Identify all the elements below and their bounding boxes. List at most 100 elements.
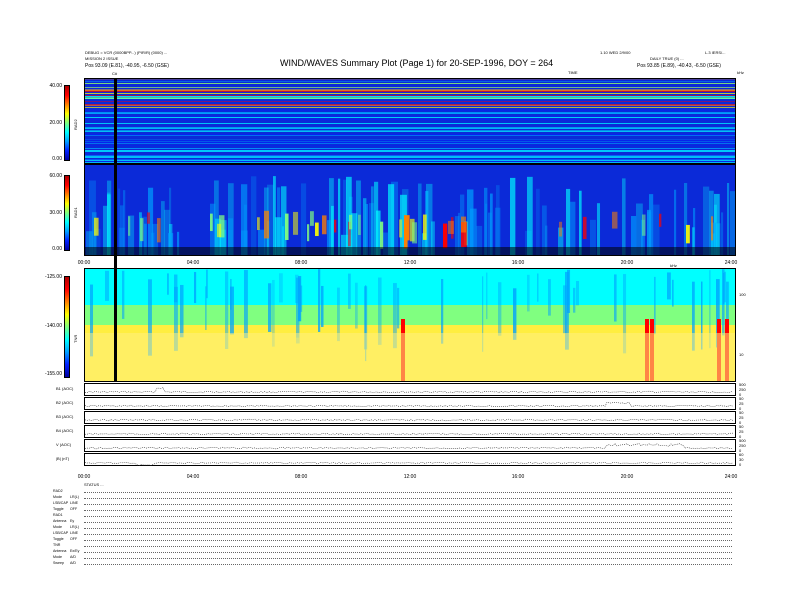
track-plot	[84, 453, 736, 466]
track-label: B3 (AOC)	[56, 414, 74, 419]
rad2-heatmap	[85, 79, 735, 163]
status-row-track	[84, 528, 732, 529]
tnr-streak	[296, 277, 300, 338]
tnr-streak	[573, 287, 576, 313]
rad2-colorbar	[64, 85, 70, 161]
header-meta-right-1: 1.10 WED 2/9/00	[600, 50, 631, 55]
rad2-tick-mid: 20.00	[49, 120, 62, 126]
rad2-band	[85, 156, 735, 157]
track-plot	[84, 383, 736, 396]
rad1-burst	[107, 180, 112, 255]
tnr-streak	[348, 273, 351, 309]
rad2-band	[85, 83, 735, 84]
tnr-streak	[667, 272, 671, 300]
tnr-streak	[318, 269, 321, 333]
tnr-unit: kHz	[670, 263, 677, 268]
header-corner-right: L.3 IERS/...	[705, 50, 726, 55]
tnr-streak	[537, 273, 539, 302]
status-row-value: A/D	[70, 561, 76, 565]
header-position-left: Pos 93.09 (E.81), -40.95, -6.50 (GSE)	[85, 63, 169, 69]
rad2-band	[85, 91, 735, 92]
rad1-burst-core	[285, 213, 289, 240]
rad1-burst-core	[443, 223, 448, 249]
rad1-burst	[496, 185, 500, 255]
rad1-burst-core	[659, 213, 662, 227]
tnr-streak	[672, 279, 674, 307]
track-series	[84, 401, 734, 408]
rad1-burst-core	[423, 214, 427, 240]
track-line	[84, 432, 733, 436]
tnr-streak	[576, 280, 580, 306]
rad1-tick-bottom: 0.00	[52, 246, 62, 252]
status-row-name: RAD1	[53, 513, 63, 517]
status-row-name: Antenna	[53, 549, 67, 553]
tnr-freq-tick-10: 10	[739, 352, 744, 357]
tnr-streak	[105, 270, 109, 301]
status-row-name: Mode	[53, 525, 62, 529]
tnr-streak	[174, 274, 178, 303]
rad2-band	[85, 145, 735, 146]
tnr-streak	[244, 270, 248, 339]
cursor-label: C#	[112, 71, 118, 76]
time-tick: 12:00	[403, 474, 417, 480]
time-cursor-line[interactable]	[114, 78, 117, 382]
rad2-band	[85, 90, 735, 91]
rad1-burst-core	[310, 211, 314, 226]
rad2-band	[85, 104, 735, 105]
rad1-colorbar	[64, 175, 70, 251]
tnr-spectrogram	[84, 268, 736, 382]
rad1-burst-core	[642, 214, 646, 236]
tnr-streak	[167, 273, 169, 295]
status-header: STATUS ...	[84, 482, 104, 487]
track-plot	[84, 425, 736, 438]
rad1-burst	[301, 183, 307, 255]
rad1-burst	[371, 186, 374, 255]
rad1-burst-core	[559, 221, 563, 237]
rad1-burst	[338, 178, 341, 255]
track-plot	[84, 411, 736, 424]
rad2-band	[85, 113, 735, 114]
tnr-streak	[355, 282, 358, 329]
rad1-burst-core	[128, 216, 131, 236]
status-row-value: LINE	[70, 531, 78, 535]
rad2-band	[85, 161, 735, 162]
tnr-streak	[527, 274, 530, 312]
tnr-colorbar	[64, 276, 70, 378]
tnr-streak	[321, 285, 324, 327]
rad2-band	[85, 95, 735, 96]
tnr-streak	[268, 283, 272, 332]
rad2-tick-top: 40.00	[49, 83, 62, 89]
status-row-track	[84, 540, 732, 541]
status-row-value: OFF	[70, 537, 78, 541]
tnr-streak	[614, 274, 617, 322]
status-row-value: OFF	[70, 507, 78, 511]
track-label: |B| (nT)	[56, 456, 70, 461]
track-series	[84, 387, 734, 394]
tnr-heatmap	[85, 269, 735, 381]
rad2-band	[85, 87, 735, 88]
rad2-band	[85, 93, 735, 94]
status-row-track	[84, 498, 732, 499]
track-line	[84, 418, 734, 422]
track-line	[84, 401, 734, 408]
rad1-burst-core	[315, 222, 319, 237]
rad1-burst-core	[380, 221, 384, 249]
rad2-band	[85, 112, 735, 113]
time-tag: TIME	[568, 70, 578, 75]
time-tick: 00:00	[77, 474, 91, 480]
status-row-value: LINE	[70, 501, 78, 505]
rad2-axis-label: RAD2	[73, 119, 78, 130]
rad1-burst-core	[461, 216, 467, 233]
rad1-burst-core	[358, 214, 361, 235]
time-tick: 08:00	[294, 260, 308, 266]
status-row-value: LR(L)	[70, 525, 79, 529]
time-tick: 08:00	[294, 474, 308, 480]
rad1-burst-core	[412, 222, 418, 244]
rad2-band	[85, 98, 735, 99]
rad2-band	[85, 110, 735, 111]
header-position-right: Pos 93.85 (E.89), -40.43, -6.50 (GSE)	[637, 63, 721, 69]
time-tick: 20:00	[620, 260, 634, 266]
status-row-track	[84, 504, 732, 505]
rad2-band	[85, 117, 735, 118]
rad2-band	[85, 131, 735, 132]
